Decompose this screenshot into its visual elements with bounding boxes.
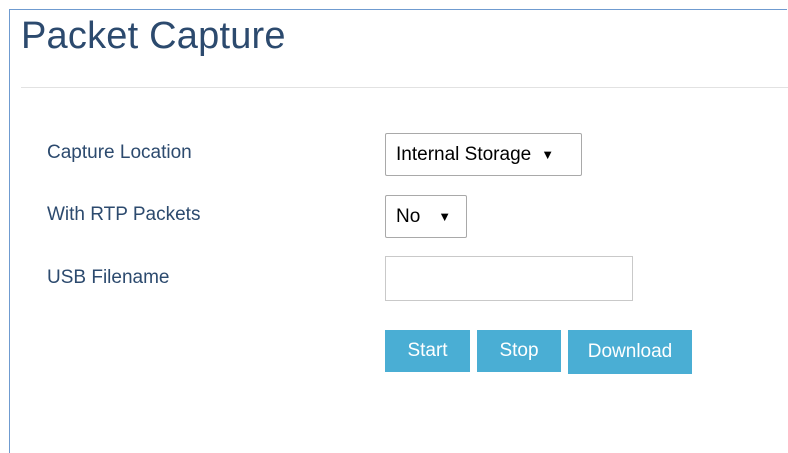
usb-filename-input[interactable] [385, 256, 633, 301]
with-rtp-packets-label: With RTP Packets [47, 204, 201, 225]
capture-location-select[interactable]: Internal Storage ▼ [385, 133, 582, 176]
title-divider [21, 87, 788, 88]
start-button[interactable]: Start [385, 330, 470, 372]
with-rtp-packets-select[interactable]: No ▼ [385, 195, 467, 238]
stop-button[interactable]: Stop [477, 330, 561, 372]
with-rtp-packets-value: No [396, 205, 421, 227]
usb-filename-label: USB Filename [47, 267, 170, 288]
chevron-down-icon: ▼ [438, 209, 452, 224]
chevron-down-icon: ▼ [541, 147, 555, 162]
download-button[interactable]: Download [568, 330, 692, 374]
capture-location-label: Capture Location [47, 142, 192, 163]
capture-location-value: Internal Storage [396, 143, 532, 165]
page-title: Packet Capture [21, 15, 286, 57]
